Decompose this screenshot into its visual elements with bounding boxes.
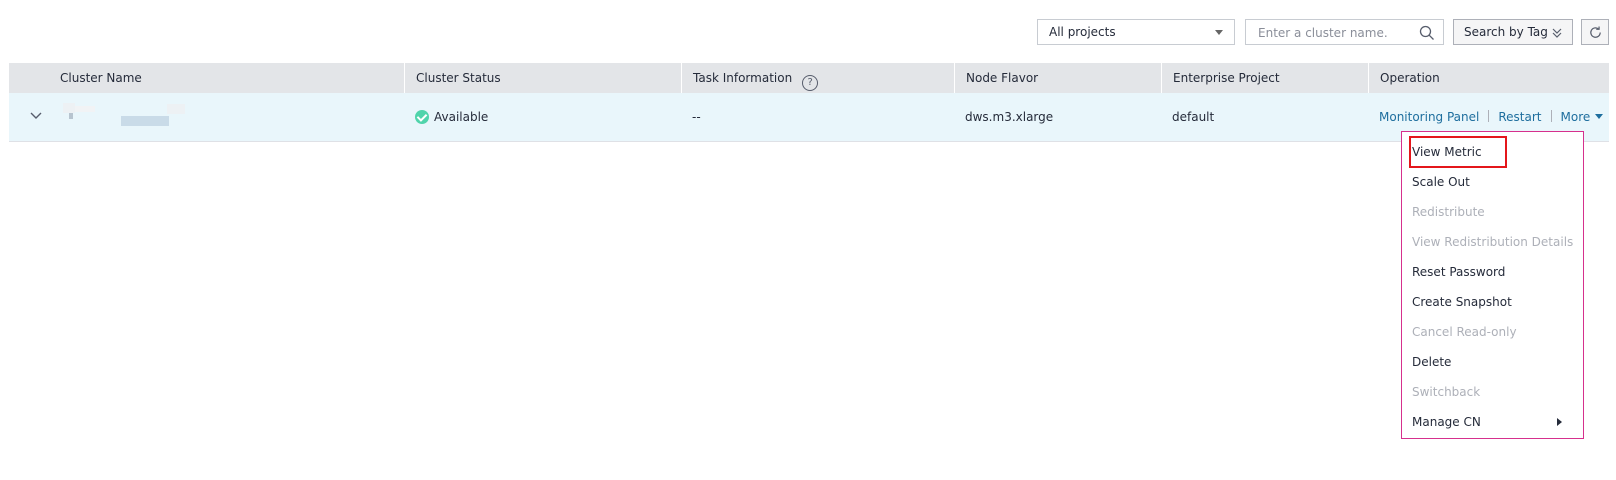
column-header-node-flavor[interactable]: Node Flavor: [954, 63, 1161, 93]
monitoring-panel-link[interactable]: Monitoring Panel: [1379, 110, 1479, 124]
double-chevron-down-icon: [1552, 28, 1562, 38]
table-header: Cluster Name Cluster Status Task Informa…: [9, 63, 1609, 93]
search-by-tag-label: Search by Tag: [1464, 25, 1548, 39]
redacted-block: [63, 103, 75, 113]
cluster-list-page: All projects Search by Tag Cluster Name …: [0, 0, 1616, 480]
cluster-search-box[interactable]: [1245, 19, 1444, 45]
status-text: Available: [434, 110, 489, 124]
redacted-block: [75, 106, 95, 112]
menu-item-scale-out[interactable]: Scale Out: [1412, 170, 1470, 194]
column-header-enterprise-project[interactable]: Enterprise Project: [1161, 63, 1368, 93]
menu-item-view-metric[interactable]: View Metric: [1412, 140, 1482, 164]
more-label: More: [1560, 110, 1591, 124]
divider: [1550, 110, 1552, 122]
task-information-cell: --: [692, 110, 701, 124]
caret-right-icon: [1557, 418, 1562, 426]
task-information-label: Task Information: [693, 71, 793, 85]
menu-item-cancel-read-only: Cancel Read-only: [1412, 325, 1517, 339]
enterprise-project-cell: default: [1172, 110, 1215, 124]
help-icon[interactable]: ?: [802, 75, 819, 91]
menu-item-delete[interactable]: Delete: [1412, 350, 1451, 374]
refresh-button[interactable]: [1581, 19, 1609, 45]
caret-down-icon: [1595, 114, 1604, 119]
expand-column-header: [9, 63, 49, 93]
redacted-block: [121, 116, 169, 126]
column-header-task-information: Task Information?: [681, 63, 954, 93]
check-circle-icon: [415, 110, 429, 124]
menu-item-create-snapshot[interactable]: Create Snapshot: [1412, 290, 1512, 314]
chevron-down-icon: [1215, 30, 1223, 35]
menu-item-redistribute: Redistribute: [1412, 205, 1485, 219]
column-header-cluster-name[interactable]: Cluster Name: [49, 63, 404, 93]
menu-item-manage-cn[interactable]: Manage CN: [1412, 410, 1572, 434]
redacted-block: [69, 113, 73, 119]
divider: [1488, 110, 1490, 122]
cluster-name-cell[interactable]: [49, 93, 404, 141]
column-header-cluster-status[interactable]: Cluster Status: [404, 63, 681, 93]
cluster-search-input[interactable]: [1256, 25, 1415, 41]
cluster-status-cell: Available: [404, 93, 681, 141]
table-row: Available -- dws.m3.xlarge default Monit…: [9, 93, 1609, 142]
more-dropdown[interactable]: More: [1561, 110, 1604, 124]
menu-item-view-redistribution-details: View Redistribution Details: [1412, 235, 1574, 249]
node-flavor-cell: dws.m3.xlarge: [965, 110, 1054, 124]
project-select[interactable]: All projects: [1037, 19, 1235, 45]
redacted-block: [167, 104, 185, 114]
manage-cn-label: Manage CN: [1412, 415, 1481, 429]
more-menu: View Metric Scale Out Redistribute View …: [1401, 131, 1584, 439]
chevron-down-icon[interactable]: [29, 109, 43, 123]
refresh-icon: [1590, 26, 1601, 38]
project-select-value: All projects: [1049, 25, 1116, 39]
search-icon[interactable]: [1419, 25, 1435, 41]
column-header-operation: Operation: [1368, 63, 1609, 93]
restart-link[interactable]: Restart: [1498, 110, 1541, 124]
search-by-tag-button[interactable]: Search by Tag: [1453, 19, 1573, 45]
menu-item-reset-password[interactable]: Reset Password: [1412, 260, 1505, 284]
menu-item-switchback: Switchback: [1412, 385, 1481, 399]
